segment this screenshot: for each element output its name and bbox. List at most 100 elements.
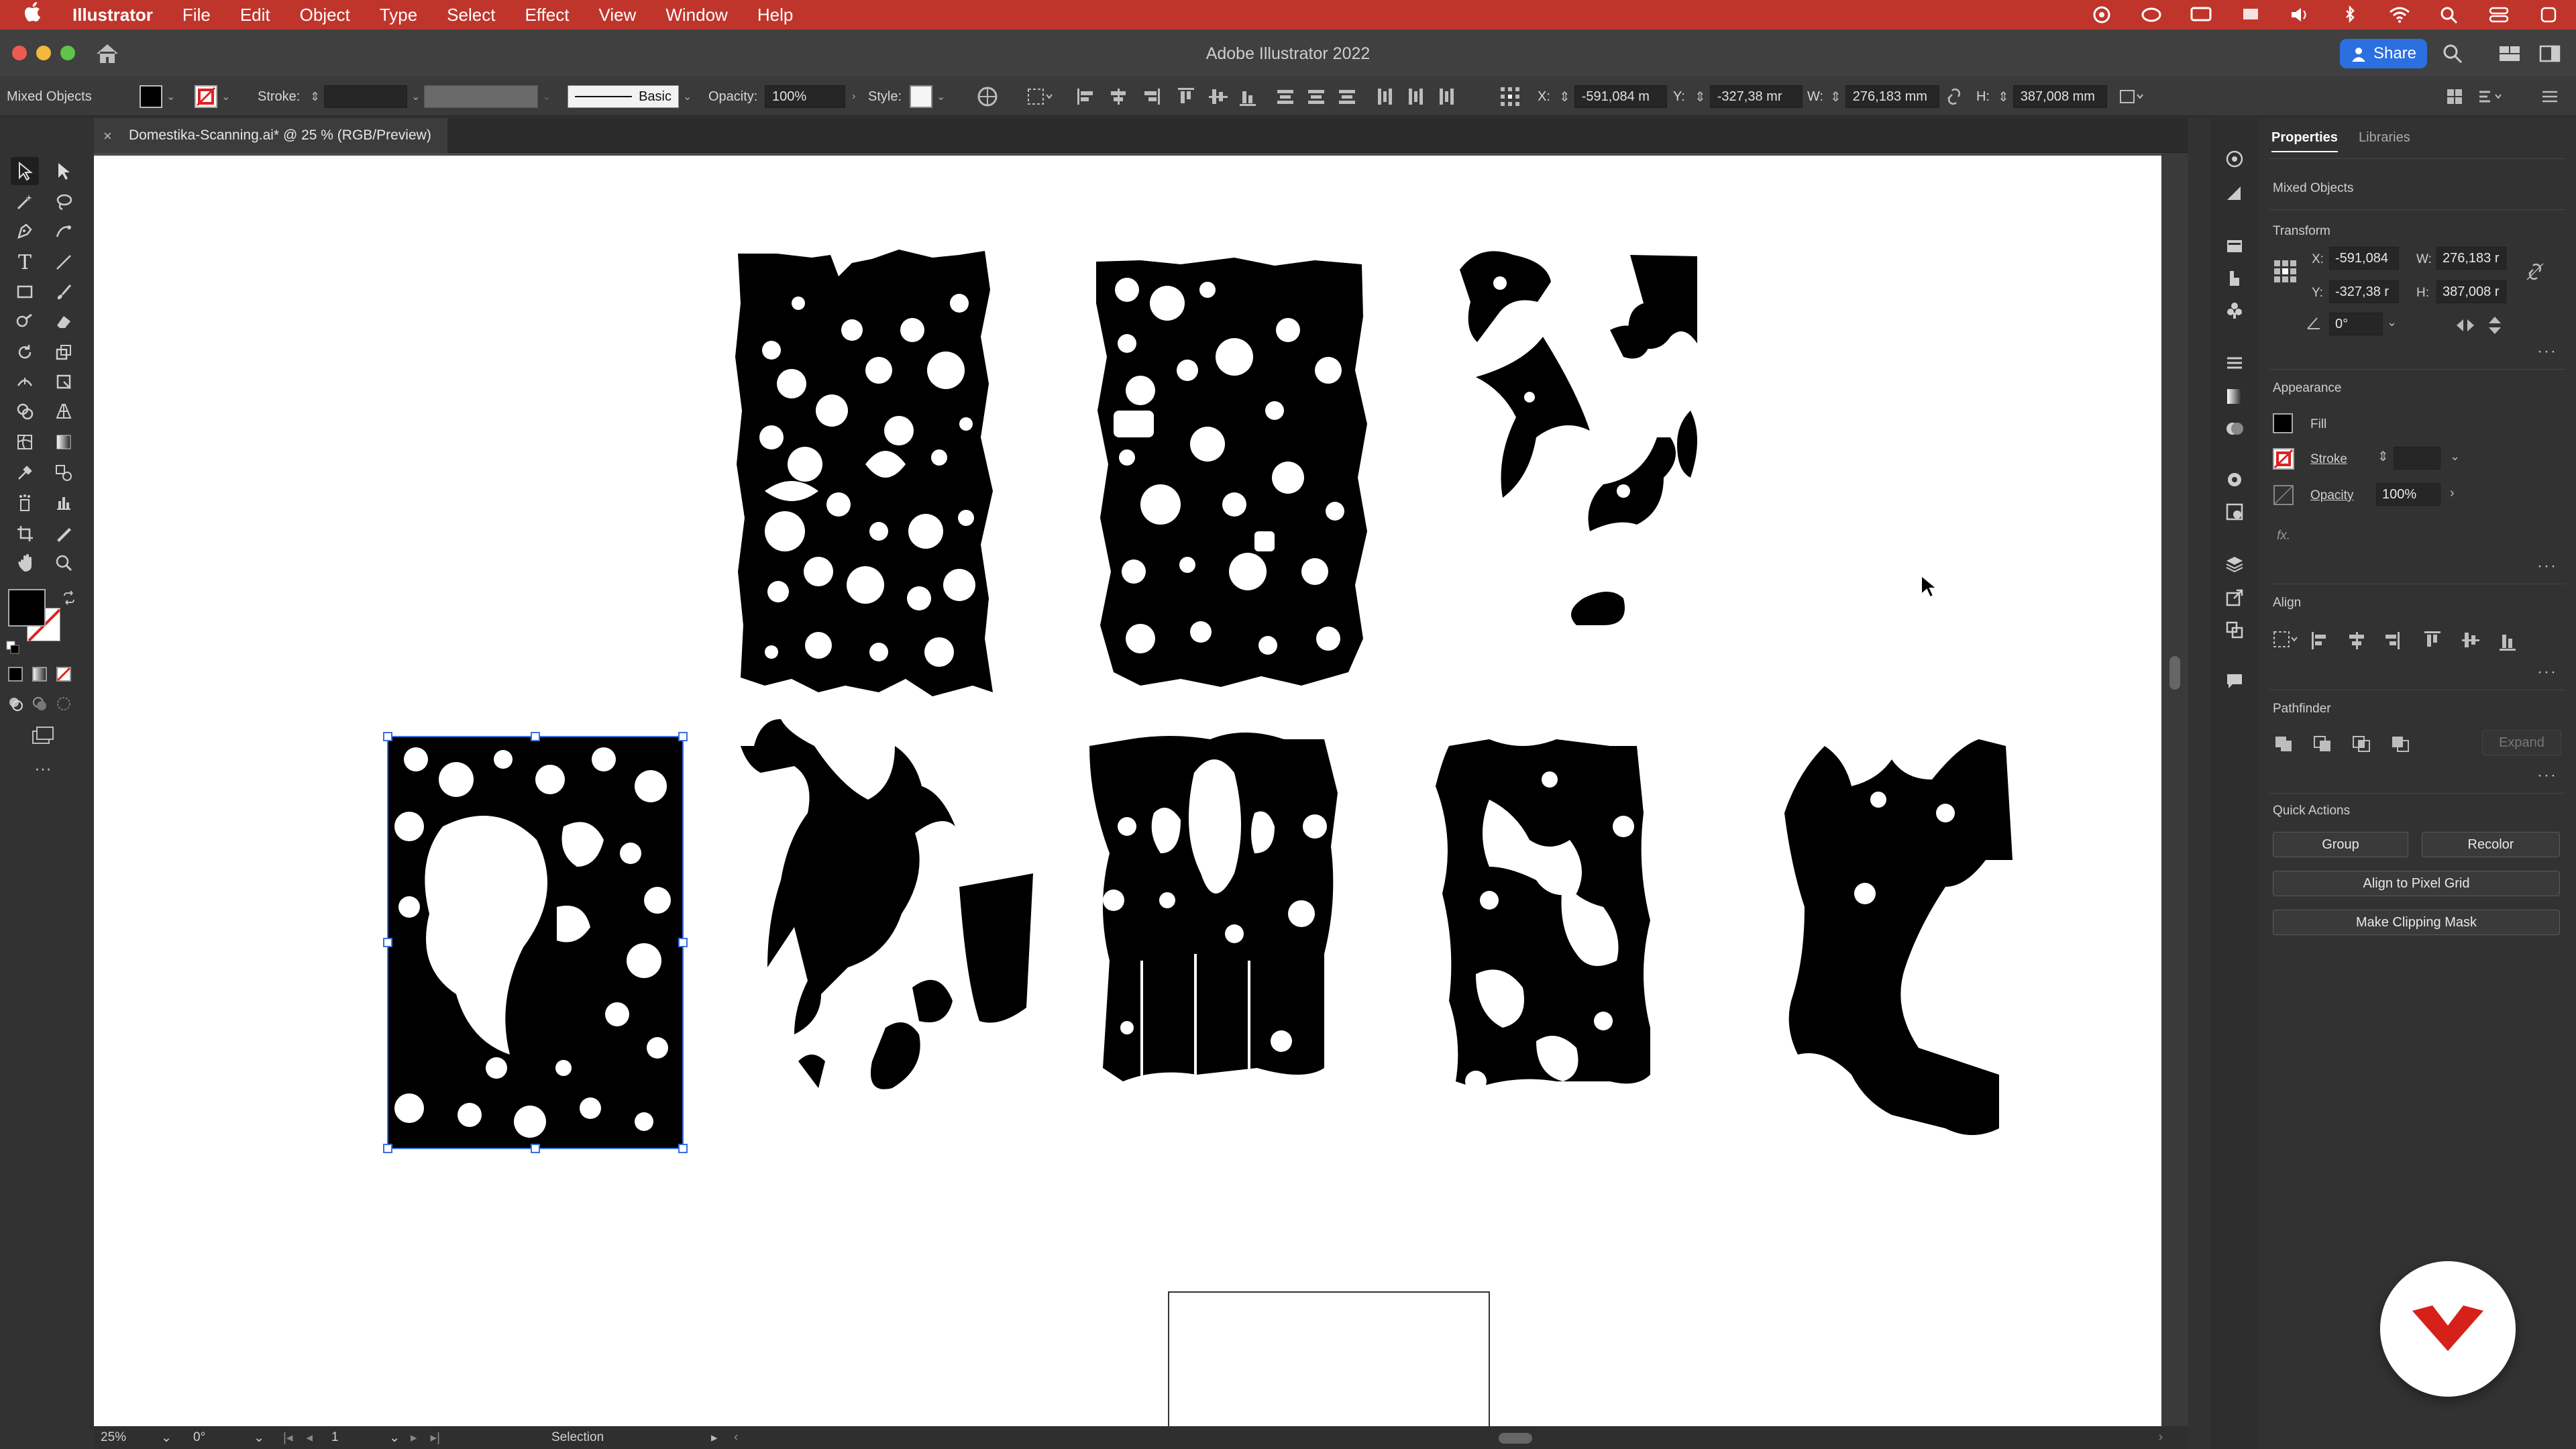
selection-tool-icon[interactable] xyxy=(11,157,39,185)
group-button[interactable]: Group xyxy=(2273,832,2408,857)
appearance-stroke-label[interactable]: Stroke xyxy=(2310,452,2347,467)
apple-icon[interactable] xyxy=(24,1,51,28)
hand-tool-icon[interactable] xyxy=(11,549,39,577)
appearance-opacity-label[interactable]: Opacity xyxy=(2310,488,2353,503)
draw-normal-icon[interactable] xyxy=(5,694,25,714)
appearance-stroke-swatch[interactable] xyxy=(2273,448,2294,474)
align-distribute-icons[interactable] xyxy=(1076,86,1492,107)
learn-panel-icon[interactable] xyxy=(2223,182,2246,205)
menu-file[interactable]: File xyxy=(182,5,211,25)
last-artboard-icon[interactable]: ▸| xyxy=(431,1430,440,1446)
control-bar-menu-icon[interactable] xyxy=(2540,76,2560,117)
opacity-value[interactable]: 100% xyxy=(765,85,845,108)
more-options-icon[interactable]: ··· xyxy=(2537,663,2557,682)
fill-stroke-widget[interactable] xyxy=(8,589,62,643)
vertical-scrollbar[interactable] xyxy=(2161,153,2188,1426)
papercut-panel-8[interactable] xyxy=(1784,739,2139,1135)
artboard-nav-next-last[interactable]: ▸ ▸| xyxy=(411,1429,440,1446)
libraries-panel-icon[interactable] xyxy=(2223,235,2246,258)
free-transform-tool-icon[interactable] xyxy=(50,368,78,396)
expand-button[interactable]: Expand xyxy=(2482,730,2561,755)
type-tool-icon[interactable]: T xyxy=(11,248,39,276)
arrange-icon[interactable] xyxy=(2477,76,2504,117)
gradient-mode-icon[interactable] xyxy=(30,664,50,684)
creative-cloud-icon[interactable] xyxy=(2090,5,2113,24)
fill-color-box[interactable] xyxy=(8,589,46,627)
comments-panel-icon[interactable] xyxy=(2223,669,2246,692)
isolate-icon[interactable] xyxy=(2445,76,2465,117)
stepper-icon[interactable]: ⇕ xyxy=(2377,448,2389,465)
symbol-sprayer-tool-icon[interactable] xyxy=(11,488,39,517)
wifi-icon[interactable] xyxy=(2388,5,2411,24)
flag-icon[interactable] xyxy=(2239,5,2262,24)
menu-effect[interactable]: Effect xyxy=(525,5,569,25)
transform-h-field[interactable]: 387,008 r xyxy=(2436,280,2506,303)
more-options-icon[interactable]: ··· xyxy=(2537,342,2557,361)
search-help-icon[interactable] xyxy=(2442,43,2463,68)
gradient-tool-icon[interactable] xyxy=(50,428,78,456)
appearance-fill-swatch[interactable] xyxy=(2273,413,2293,433)
stroke-panel-icon[interactable] xyxy=(2223,352,2246,374)
menu-select[interactable]: Select xyxy=(447,5,495,25)
x-value[interactable]: -591,084 m xyxy=(1574,85,1667,108)
fx-button[interactable]: fx. xyxy=(2277,529,2290,543)
tab-libraries[interactable]: Libraries xyxy=(2359,130,2410,146)
previous-artboard-icon[interactable]: ◂ xyxy=(306,1430,313,1446)
align-buttons[interactable] xyxy=(2273,629,2528,656)
width-tool-icon[interactable] xyxy=(11,368,39,396)
chevron-down-icon[interactable]: ⌄ xyxy=(389,1430,400,1446)
lasso-tool-icon[interactable] xyxy=(50,188,78,216)
transparency-panel-icon[interactable] xyxy=(2223,417,2246,440)
w-value[interactable]: 276,183 mm xyxy=(1845,85,1939,108)
h-field[interactable]: ⇕ 387,008 mm xyxy=(1998,76,2107,117)
flip-vertical-icon[interactable] xyxy=(2486,315,2504,339)
status-menu-arrow-icon[interactable]: ▸ xyxy=(711,1429,718,1446)
chevron-down-icon[interactable]: ⌄ xyxy=(2450,449,2460,464)
menu-edit[interactable]: Edit xyxy=(240,5,270,25)
align-to-pixel-grid-button[interactable]: Align to Pixel Grid xyxy=(2273,871,2560,896)
graphic-style-swatch[interactable]: ⌄ xyxy=(910,76,945,117)
shape-builder-tool-icon[interactable] xyxy=(11,397,39,425)
zoom-field[interactable]: 25% ⌄ xyxy=(101,1429,174,1446)
graphic-styles-panel-icon[interactable] xyxy=(2223,500,2246,523)
menu-window[interactable]: Window xyxy=(665,5,727,25)
properties-panel-icon[interactable] xyxy=(2223,148,2246,170)
symbols-panel-icon[interactable] xyxy=(2223,299,2246,322)
artboard-tool-icon[interactable] xyxy=(11,519,39,547)
brush-definition-dropdown[interactable]: Basic ⌄ xyxy=(568,76,692,117)
chevron-down-icon[interactable]: ⌄ xyxy=(2387,315,2397,329)
asset-export-panel-icon[interactable] xyxy=(2223,586,2246,609)
flip-horizontal-icon[interactable] xyxy=(2455,317,2475,338)
rotation-value[interactable]: 0° xyxy=(193,1430,205,1445)
appearance-panel-icon[interactable] xyxy=(2223,468,2246,491)
y-value[interactable]: -327,38 mr xyxy=(1709,85,1803,108)
align-to-selection-icon[interactable] xyxy=(1026,76,1053,117)
pen-tool-icon[interactable] xyxy=(11,217,39,246)
reference-point-icon[interactable] xyxy=(2273,259,2298,288)
artboard-number[interactable]: 1 xyxy=(331,1430,339,1445)
fill-swatch[interactable]: ⌄ xyxy=(140,76,175,117)
control-center-icon[interactable] xyxy=(2487,5,2510,24)
papercut-panel-6[interactable] xyxy=(1089,733,1338,1102)
stroke-swatch[interactable]: ⌄ xyxy=(195,76,230,117)
x-field[interactable]: ⇕ -591,084 m xyxy=(1559,76,1667,117)
recolor-artwork-icon[interactable] xyxy=(977,76,998,117)
zoom-value[interactable]: 25% xyxy=(101,1430,126,1445)
chevron-down-icon[interactable]: ⌄ xyxy=(161,1430,172,1446)
h-value[interactable]: 387,008 mm xyxy=(2012,85,2107,108)
more-options-icon[interactable]: ··· xyxy=(2537,557,2557,576)
papercut-panel-5[interactable] xyxy=(741,719,1033,1089)
menu-object[interactable]: Object xyxy=(300,5,350,25)
transform-x-field[interactable]: -591,084 xyxy=(2329,247,2399,270)
transform-y-field[interactable]: -327,38 r xyxy=(2329,280,2399,303)
tab-properties[interactable]: Properties xyxy=(2271,130,2338,152)
y-field[interactable]: ⇕ -327,38 mr xyxy=(1695,76,1803,117)
line-tool-icon[interactable] xyxy=(50,248,78,276)
rectangle-tool-icon[interactable] xyxy=(11,278,39,306)
arrange-documents-icon[interactable] xyxy=(2538,44,2561,66)
opacity-field[interactable]: 100% › xyxy=(765,76,855,117)
magic-wand-tool-icon[interactable] xyxy=(11,188,39,216)
reference-point-icon[interactable] xyxy=(1499,76,1521,117)
w-field[interactable]: ⇕ 276,183 mm xyxy=(1830,76,1939,117)
transform-options-icon[interactable] xyxy=(2118,76,2145,117)
